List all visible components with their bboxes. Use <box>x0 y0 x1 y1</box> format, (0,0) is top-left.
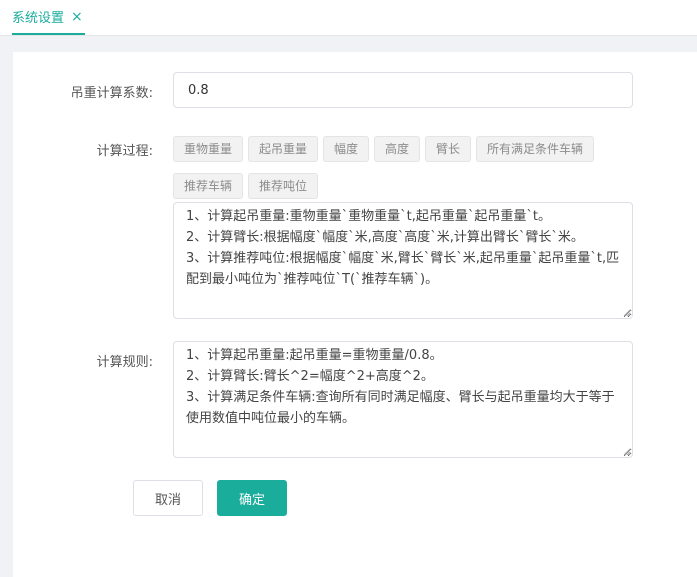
close-icon[interactable]: × <box>71 10 83 24</box>
tab-system-settings[interactable]: 系统设置 × <box>12 0 85 35</box>
rules-textarea[interactable]: 1、计算起吊重量:起吊重量=重物重量/0.8。 2、计算臂长:臂长^2=幅度^2… <box>173 341 633 458</box>
tab-label: 系统设置 <box>12 11 65 26</box>
tag-lift-weight[interactable]: 起吊重量 <box>248 136 319 162</box>
tag-boom-length[interactable]: 臂长 <box>425 136 472 162</box>
tag-radius[interactable]: 幅度 <box>323 136 370 162</box>
coef-input[interactable] <box>173 72 633 108</box>
tag-recommended-tonnage[interactable]: 推荐吨位 <box>248 173 319 199</box>
tag-all-qualified-vehicles[interactable]: 所有满足条件车辆 <box>476 136 595 162</box>
tag-recommended-vehicle[interactable]: 推荐车辆 <box>173 173 244 199</box>
rules-label: 计算规则: <box>96 355 153 370</box>
process-label: 计算过程: <box>96 144 153 159</box>
confirm-button[interactable]: 确定 <box>217 480 287 516</box>
cancel-button[interactable]: 取消 <box>133 480 203 516</box>
settings-form-panel: 吊重计算系数: 计算过程: 重物重量 起吊重量 幅度 高度 臂长 所有满足条件车… <box>13 52 697 577</box>
process-textarea[interactable]: 1、计算起吊重量:重物重量`重物重量`t,起吊重量`起吊重量`t。 2、计算臂长… <box>173 202 633 319</box>
tab-bar: 系统设置 × <box>0 0 697 36</box>
tag-cargo-weight[interactable]: 重物重量 <box>173 136 244 162</box>
coef-label: 吊重计算系数: <box>70 86 153 101</box>
tag-height[interactable]: 高度 <box>374 136 421 162</box>
